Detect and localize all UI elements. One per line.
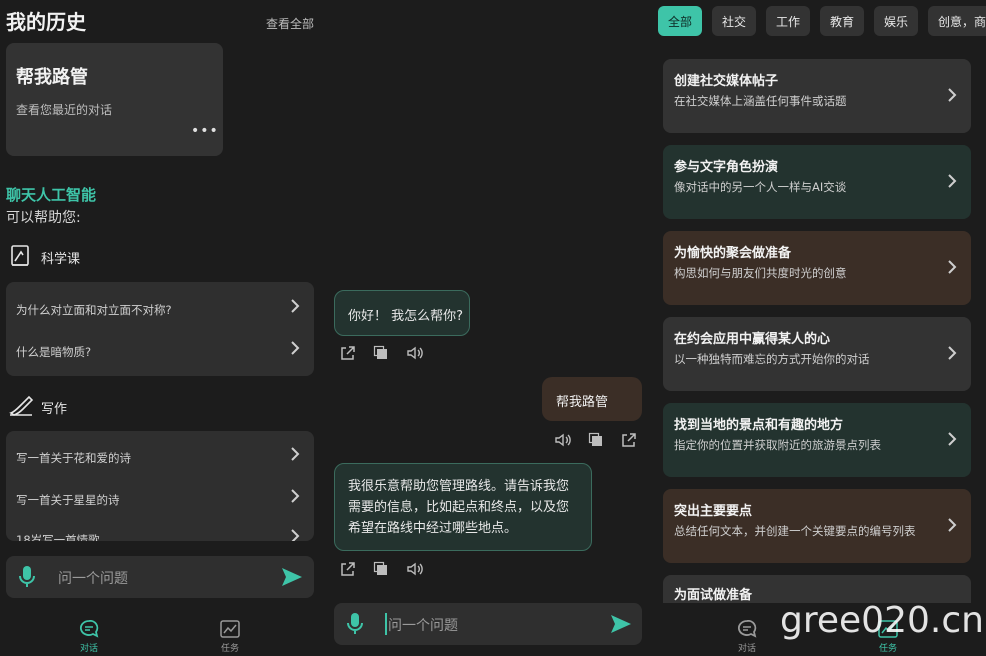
task-card[interactable]: 突出主要要点 总结任何文本，并创建一个关键要点的编号列表 [663, 489, 971, 563]
section-label-science: 科学课 [41, 252, 81, 267]
question-text: 为什么对立面和对立面不对称? [16, 303, 172, 317]
speaker-icon[interactable] [554, 432, 572, 452]
share-icon[interactable] [340, 561, 356, 581]
nav-chat-label: 对话 [79, 644, 98, 654]
speaker-icon[interactable] [406, 561, 424, 581]
tab-creative[interactable]: 创意，商 [928, 6, 986, 36]
message-text: 你好！ 我怎么帮你? [348, 309, 464, 324]
question-item[interactable]: 写一首关于星星的诗 [16, 489, 304, 508]
task-description: 总结任何文本，并创建一个关键要点的编号列表 [674, 524, 916, 538]
tab-all[interactable]: 全部 [658, 6, 702, 36]
task-card[interactable]: 找到当地的景点和有趣的地方 指定你的位置并获取附近的旅游景点列表 [663, 403, 971, 477]
ai-help-label: 可以帮助您: [6, 210, 81, 226]
microphone-icon[interactable] [346, 612, 364, 640]
chevron-right-icon [947, 173, 957, 193]
history-card[interactable]: 帮我路管 查看您最近的对话 ••• [6, 43, 223, 156]
ai-name: 聊天人工智能 [6, 186, 97, 204]
question-item[interactable]: 18岁写一首情歌 [16, 529, 304, 541]
tab-work[interactable]: 工作 [766, 6, 810, 36]
task-title: 为愉快的聚会做准备 [674, 246, 792, 261]
task-title: 参与文字角色扮演 [674, 160, 779, 175]
chat-icon [717, 620, 777, 641]
chevron-right-icon [290, 528, 300, 541]
task-card[interactable]: 为面试做准备 [663, 575, 971, 603]
task-description: 以一种独特而难忘的方式开始你的对话 [674, 352, 870, 366]
tasks-panel: 全部 社交 工作 教育 娱乐 创意，商 创建社交媒体帖子 在社交媒体上涵盖任何事… [652, 0, 986, 656]
question-text: 什么是暗物质? [16, 345, 92, 359]
question-text: 写一首关于星星的诗 [16, 493, 120, 507]
task-card[interactable]: 在约会应用中赢得某人的心 以一种独特而难忘的方式开始你的对话 [663, 317, 971, 391]
chevron-right-icon [947, 259, 957, 279]
assistant-message: 我很乐意帮助您管理路线。请告诉我您需要的信息，比如起点和终点，以及您希望在路线中… [334, 463, 592, 551]
task-description: 构思如何与朋友们共度时光的创意 [674, 266, 847, 280]
more-options-icon[interactable]: ••• [191, 123, 219, 139]
nav-tasks[interactable]: 任务 [200, 620, 260, 654]
chevron-right-icon [290, 340, 300, 359]
writing-question-list: 写一首关于花和爱的诗 写一首关于星星的诗 18岁写一首情歌 [6, 431, 314, 541]
chat-icon [59, 620, 119, 641]
chart-icon [200, 620, 260, 641]
chat-input[interactable]: 问一个问题 [388, 615, 458, 635]
nav-tasks-label: 任务 [878, 644, 897, 654]
tab-education[interactable]: 教育 [820, 6, 864, 36]
share-icon[interactable] [340, 345, 356, 365]
task-description: 在社交媒体上涵盖任何事件或话题 [674, 94, 847, 108]
task-card[interactable]: 创建社交媒体帖子 在社交媒体上涵盖任何事件或话题 [663, 59, 971, 133]
nav-chat[interactable]: 对话 [59, 620, 119, 654]
question-text: 18岁写一首情歌 [16, 533, 100, 541]
chevron-right-icon [290, 298, 300, 317]
tab-entertainment[interactable]: 娱乐 [874, 6, 918, 36]
task-title: 找到当地的景点和有趣的地方 [674, 418, 844, 433]
chevron-right-icon [947, 517, 957, 537]
nav-chat[interactable]: 对话 [717, 620, 777, 654]
copy-icon[interactable] [373, 345, 389, 365]
science-book-icon [8, 244, 32, 268]
copy-icon[interactable] [588, 432, 604, 452]
task-description: 像对话中的另一个人一样与AI交谈 [674, 180, 847, 194]
microphone-icon[interactable] [18, 565, 36, 593]
chevron-right-icon [290, 488, 300, 507]
text-cursor [385, 613, 387, 635]
question-input-bar[interactable]: 问一个问题 [6, 556, 314, 598]
share-icon[interactable] [621, 432, 637, 452]
science-question-list: 为什么对立面和对立面不对称? 什么是暗物质? [6, 282, 314, 376]
question-item[interactable]: 什么是暗物质? [16, 341, 304, 360]
task-card[interactable]: 参与文字角色扮演 像对话中的另一个人一样与AI交谈 [663, 145, 971, 219]
nav-tasks-label: 任务 [220, 644, 239, 654]
question-item[interactable]: 写一首关于花和爱的诗 [16, 447, 304, 466]
assistant-message: 你好！ 我怎么帮你? [334, 290, 470, 336]
history-card-title: 帮我路管 [16, 67, 88, 88]
watermark: gree020.cn [780, 600, 984, 641]
user-message: 帮我路管 [542, 377, 642, 421]
view-all-link[interactable]: 查看全部 [266, 15, 314, 32]
task-description: 指定你的位置并获取附近的旅游景点列表 [674, 438, 881, 452]
history-card-subtitle: 查看您最近的对话 [16, 103, 113, 117]
question-text: 写一首关于花和爱的诗 [16, 451, 131, 465]
history-panel: 我的历史 查看全部 帮我路管 查看您最近的对话 ••• 聊天人工智能 可以帮助您… [0, 0, 322, 656]
tab-social[interactable]: 社交 [712, 6, 756, 36]
copy-icon[interactable] [373, 561, 389, 581]
task-title: 在约会应用中赢得某人的心 [674, 332, 831, 347]
speaker-icon[interactable] [406, 345, 424, 365]
message-text: 我很乐意帮助您管理路线。请告诉我您需要的信息，比如起点和终点，以及您希望在路线中… [348, 479, 570, 536]
task-title: 突出主要要点 [674, 504, 753, 519]
send-icon[interactable] [281, 566, 303, 592]
task-card[interactable]: 为愉快的聚会做准备 构思如何与朋友们共度时光的创意 [663, 231, 971, 305]
chevron-right-icon [947, 431, 957, 451]
send-icon[interactable] [610, 613, 632, 639]
question-item[interactable]: 为什么对立面和对立面不对称? [16, 299, 304, 318]
nav-chat-label: 对话 [737, 644, 756, 654]
page-title: 我的历史 [6, 10, 86, 34]
chat-panel: 你好！ 我怎么帮你? 帮我路管 我很乐意帮助您管理路线。请告诉我您需要的信息，比… [322, 0, 652, 656]
writing-hand-icon [8, 393, 36, 417]
chevron-right-icon [947, 87, 957, 107]
chevron-right-icon [290, 446, 300, 465]
question-input[interactable]: 问一个问题 [58, 568, 128, 588]
message-text: 帮我路管 [556, 395, 609, 410]
section-label-writing: 写作 [41, 402, 68, 417]
chevron-right-icon [947, 345, 957, 365]
chat-input-bar[interactable]: 问一个问题 [334, 603, 642, 645]
task-title: 为面试做准备 [674, 588, 753, 603]
task-title: 创建社交媒体帖子 [674, 74, 779, 89]
